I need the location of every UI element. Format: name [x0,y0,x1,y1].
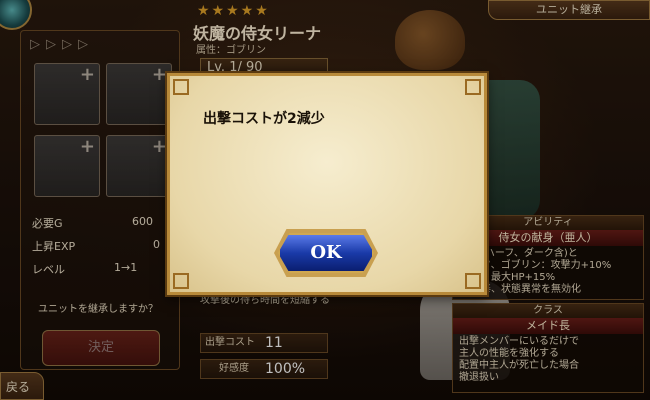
ok-button[interactable]: OK [278,233,374,273]
dialog-message: 出撃コストが2減少 [203,111,325,127]
frame-corner [173,79,189,95]
frame-corner [173,273,189,289]
notice-dialog: 出撃コストが2減少 OK [167,73,487,295]
frame-corner [465,79,481,95]
frame-corner [465,273,481,289]
